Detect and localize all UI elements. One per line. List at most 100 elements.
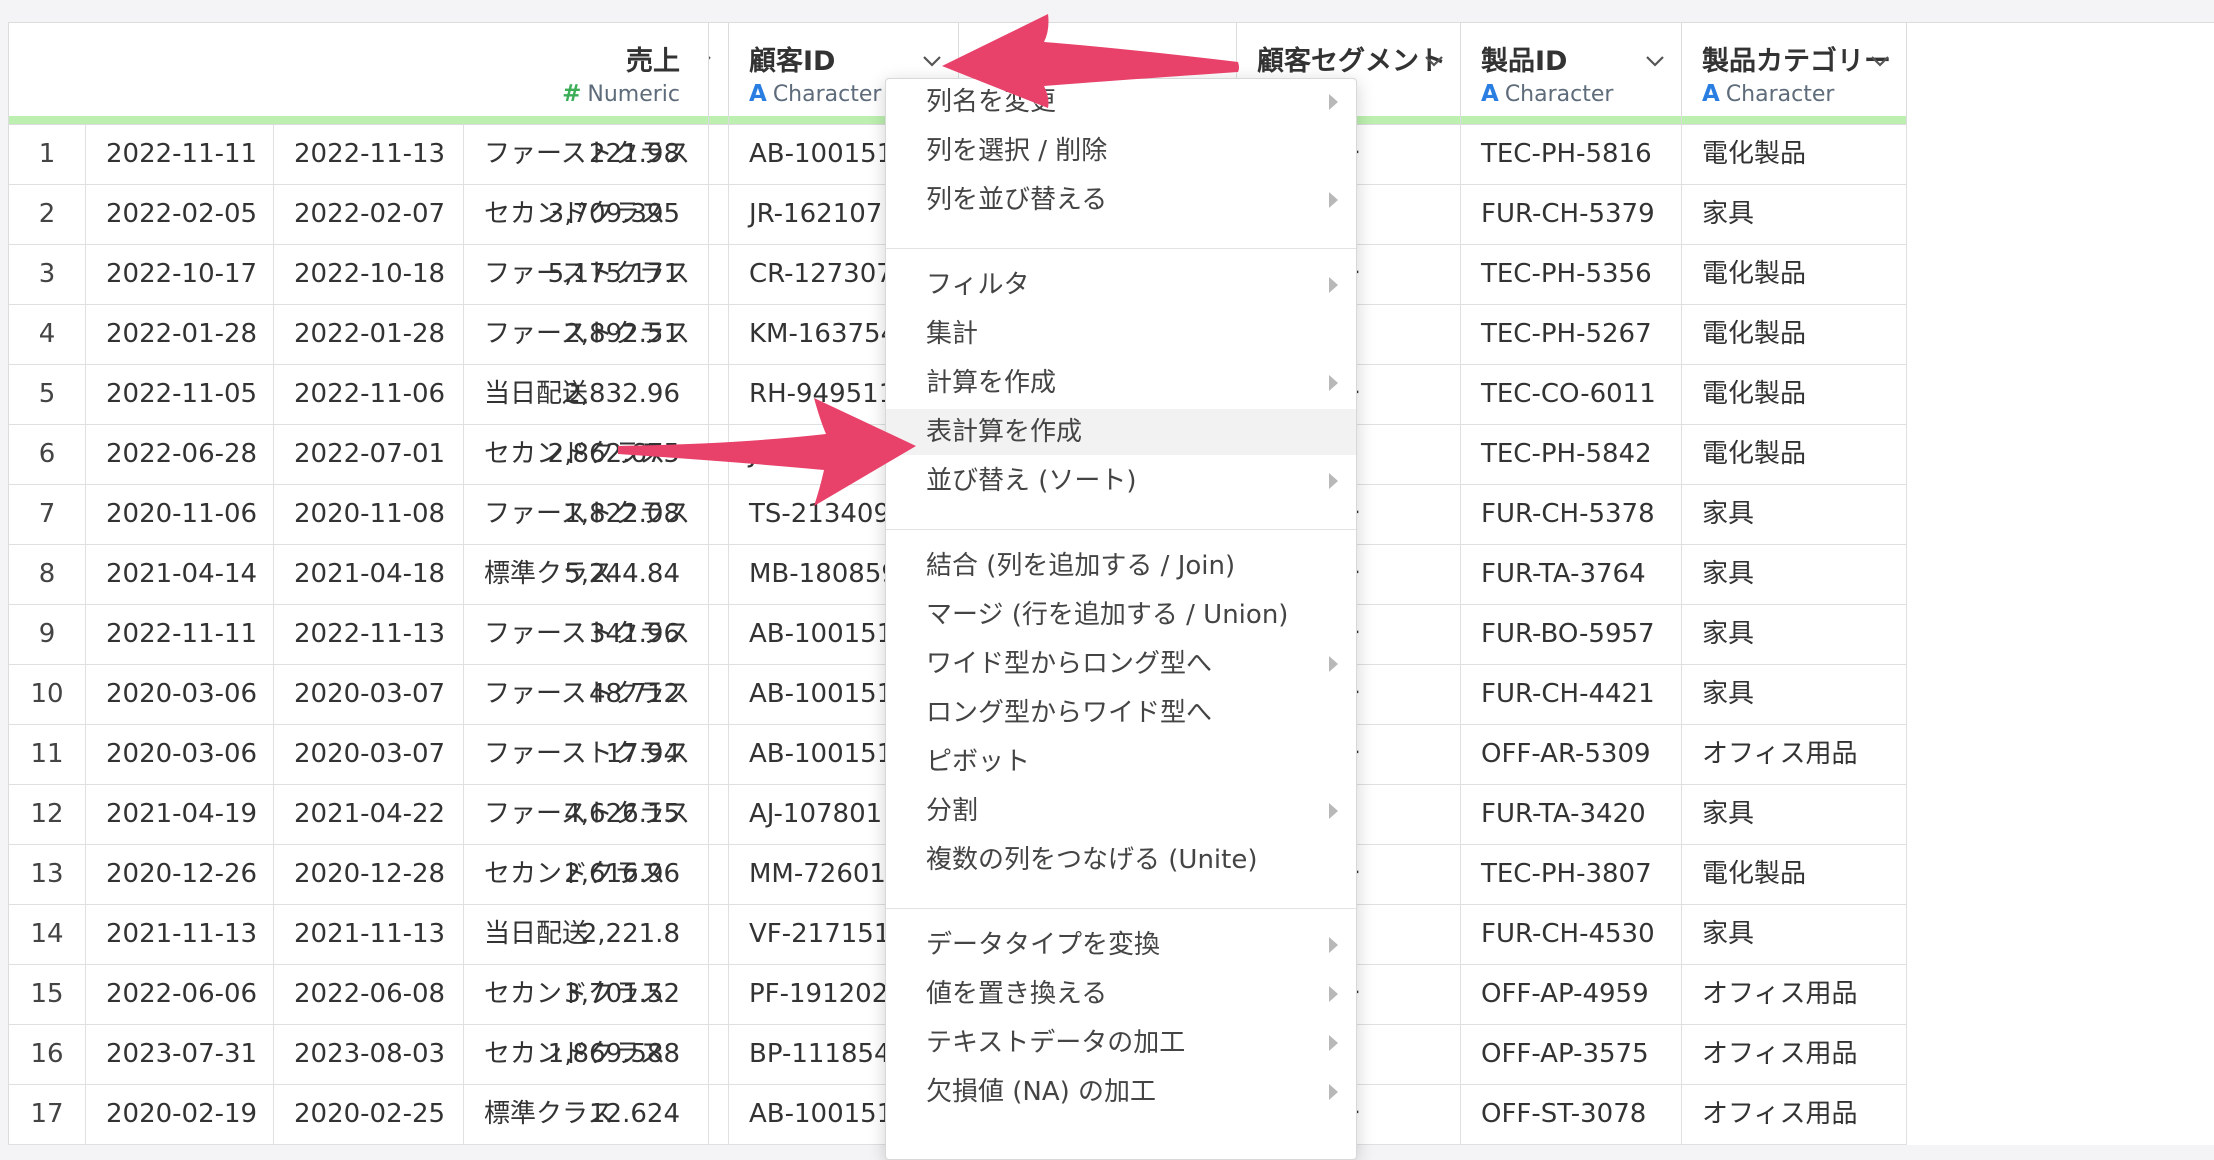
menu-item[interactable]: フィルタ	[886, 262, 1356, 308]
menu-item[interactable]: 列を選択 / 削除	[886, 128, 1356, 174]
column-header[interactable]: 製品カテゴリー A Character	[1682, 23, 1907, 125]
table-cell[interactable]: 家具	[1682, 605, 1907, 665]
table-cell[interactable]: 1,822.08	[9, 485, 709, 545]
submenu-arrow-icon	[1329, 656, 1338, 672]
menu-item[interactable]: 集計	[886, 311, 1356, 357]
menu-item[interactable]: 欠損値 (NA) の加工	[886, 1069, 1356, 1115]
table-cell[interactable]: FUR-BO-5957	[1461, 605, 1682, 665]
menu-item-label: 並び替え (ソート)	[926, 466, 1137, 496]
table-cell[interactable]: OFF-AP-4959	[1461, 965, 1682, 1025]
table-cell[interactable]: 48.712	[9, 665, 709, 725]
table-cell[interactable]: 5,244.84	[9, 545, 709, 605]
table-cell[interactable]: オフィス用品	[1682, 1025, 1907, 1085]
table-cell[interactable]: 家具	[1682, 905, 1907, 965]
table-cell[interactable]: 3,701.52	[9, 965, 709, 1025]
table-cell[interactable]: 2,832.96	[9, 365, 709, 425]
table-cell[interactable]: 5,175.171	[9, 245, 709, 305]
table-cell[interactable]: 電化製品	[1682, 845, 1907, 905]
table-cell[interactable]: オフィス用品	[1682, 965, 1907, 1025]
menu-item[interactable]: 値を置き換える	[886, 971, 1356, 1017]
table-cell[interactable]: 2,892.51	[9, 305, 709, 365]
table-cell[interactable]: 4,626.15	[9, 785, 709, 845]
table-cell[interactable]: 電化製品	[1682, 125, 1907, 185]
menu-item-label: 欠損値 (NA) の加工	[926, 1077, 1157, 1107]
submenu-arrow-icon	[1329, 192, 1338, 208]
table-cell[interactable]: 2,862.675	[9, 425, 709, 485]
menu-item-label: ピボット	[926, 747, 1031, 777]
table-cell[interactable]: 2,616.96	[9, 845, 709, 905]
menu-item[interactable]: 分割	[886, 788, 1356, 834]
column-type: # Numeric	[562, 81, 680, 107]
menu-item-label: テキストデータの加工	[926, 1028, 1186, 1058]
menu-item[interactable]: 複数の列をつなげる (Unite)	[886, 837, 1356, 883]
menu-separator	[886, 908, 1356, 909]
chevron-down-icon[interactable]	[1643, 49, 1667, 73]
table-cell[interactable]: FUR-CH-5378	[1461, 485, 1682, 545]
menu-item[interactable]: 列を並び替える	[886, 177, 1356, 223]
menu-item[interactable]: 結合 (列を追加する / Join)	[886, 543, 1356, 589]
table-cell[interactable]: TEC-CO-6011	[1461, 365, 1682, 425]
table-cell[interactable]: オフィス用品	[1682, 725, 1907, 785]
table-cell[interactable]: OFF-ST-3078	[1461, 1085, 1682, 1145]
menu-item[interactable]: マージ (行を追加する / Union)	[886, 592, 1356, 638]
table-cell[interactable]: FUR-CH-5379	[1461, 185, 1682, 245]
table-cell[interactable]: 家具	[1682, 785, 1907, 845]
menu-item-label: フィルタ	[926, 270, 1030, 300]
column-header[interactable]: 製品ID A Character	[1461, 23, 1682, 125]
table-cell[interactable]: TEC-PH-5842	[1461, 425, 1682, 485]
table-cell[interactable]: OFF-AP-3575	[1461, 1025, 1682, 1085]
menu-item-label: ロング型からワイド型へ	[926, 698, 1213, 728]
menu-item-label: ワイド型からロング型へ	[926, 649, 1213, 679]
column-name: 製品ID	[1481, 46, 1568, 77]
table-cell[interactable]: TEC-PH-3807	[1461, 845, 1682, 905]
chevron-down-icon[interactable]	[1422, 49, 1446, 73]
menu-item[interactable]: テキストデータの加工	[886, 1020, 1356, 1066]
menu-item[interactable]: ワイド型からロング型へ	[886, 641, 1356, 687]
character-type-icon: A	[1481, 81, 1499, 107]
table-cell[interactable]: FUR-TA-3420	[1461, 785, 1682, 845]
column-quality-bar	[1682, 116, 1906, 124]
submenu-arrow-icon	[1329, 803, 1338, 819]
table-cell[interactable]: TEC-PH-5816	[1461, 125, 1682, 185]
table-cell[interactable]: 17.94	[9, 725, 709, 785]
menu-item[interactable]: データタイプを変換	[886, 922, 1356, 968]
menu-item[interactable]: 表計算を作成	[886, 409, 1356, 455]
menu-item[interactable]: 計算を作成	[886, 360, 1356, 406]
column-context-menu: 列名を変更 列を選択 / 削除 列を並び替える フィルタ 集計 計算を作成 表計算を作成 並び…	[885, 78, 1357, 1160]
table-cell[interactable]: FUR-CH-4421	[1461, 665, 1682, 725]
menu-separator	[886, 529, 1356, 530]
table-cell[interactable]: 221.98	[9, 125, 709, 185]
table-cell[interactable]: 家具	[1682, 545, 1907, 605]
table-cell[interactable]: 電化製品	[1682, 305, 1907, 365]
column-type-label: Character	[1725, 81, 1835, 107]
table-cell[interactable]: FUR-CH-4530	[1461, 905, 1682, 965]
column-header[interactable]: 売上 # Numeric	[9, 23, 709, 125]
menu-item-label: 計算を作成	[926, 368, 1057, 398]
menu-item[interactable]: ピボット	[886, 739, 1356, 785]
chevron-down-icon[interactable]	[1868, 49, 1892, 73]
menu-item-label: 表計算を作成	[926, 417, 1083, 447]
table-cell[interactable]: FUR-TA-3764	[1461, 545, 1682, 605]
table-cell[interactable]: 電化製品	[1682, 365, 1907, 425]
table-cell[interactable]: 電化製品	[1682, 425, 1907, 485]
menu-item[interactable]: 並び替え (ソート)	[886, 458, 1356, 504]
menu-item[interactable]: ロング型からワイド型へ	[886, 690, 1356, 736]
table-cell[interactable]: 3,709.395	[9, 185, 709, 245]
column-quality-bar	[1461, 116, 1681, 124]
table-cell[interactable]: 1,869.588	[9, 1025, 709, 1085]
column-name: 顧客セグメント	[1257, 46, 1446, 77]
table-cell[interactable]: 2,221.8	[9, 905, 709, 965]
column-type-label: Numeric	[587, 81, 680, 107]
table-cell[interactable]: 12.624	[9, 1085, 709, 1145]
table-cell[interactable]: 341.96	[9, 605, 709, 665]
table-cell[interactable]: TEC-PH-5267	[1461, 305, 1682, 365]
table-cell[interactable]: 家具	[1682, 185, 1907, 245]
table-cell[interactable]: OFF-AR-5309	[1461, 725, 1682, 785]
table-cell[interactable]: 電化製品	[1682, 245, 1907, 305]
column-type-label: Character	[1504, 81, 1614, 107]
table-cell[interactable]: 家具	[1682, 485, 1907, 545]
table-cell[interactable]: TEC-PH-5356	[1461, 245, 1682, 305]
table-cell[interactable]: 家具	[1682, 665, 1907, 725]
table-cell[interactable]: オフィス用品	[1682, 1085, 1907, 1145]
submenu-arrow-icon	[1329, 277, 1338, 293]
